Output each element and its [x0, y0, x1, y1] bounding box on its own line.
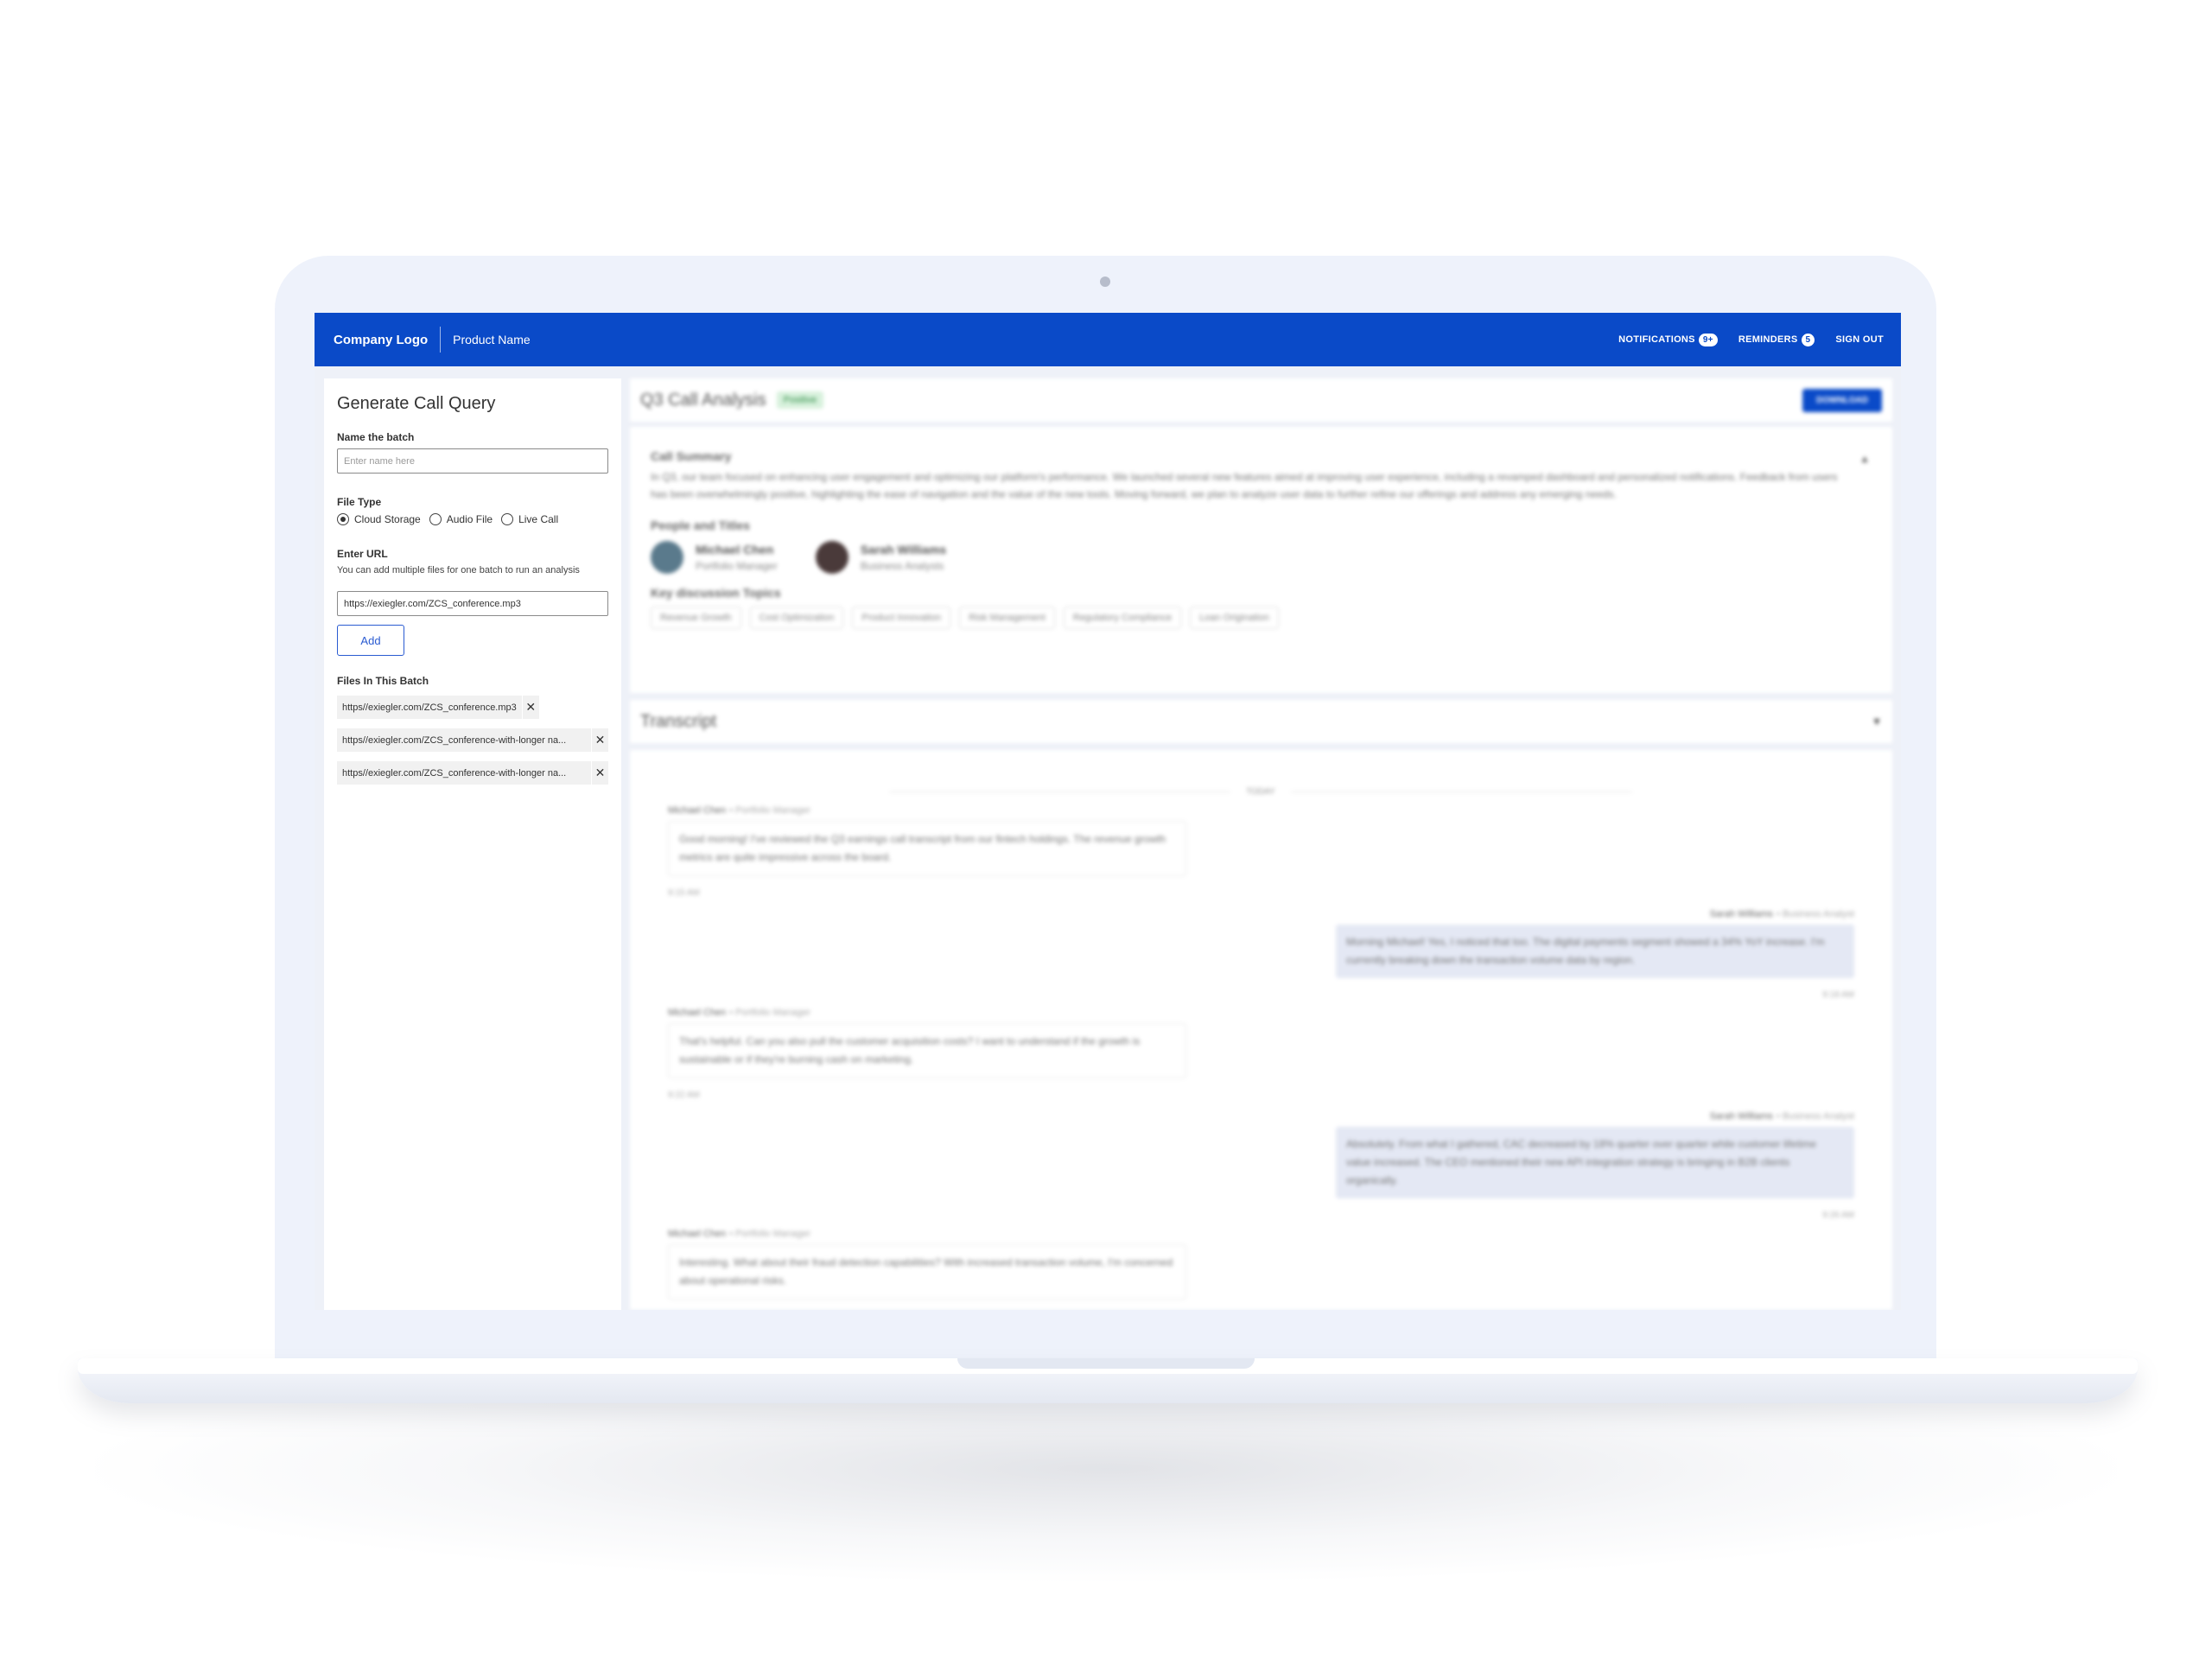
file-chip: https//exiegler.com/ZCS_conference.mp3 ✕ — [337, 696, 539, 719]
topic-chip[interactable]: Loan Origination — [1190, 607, 1279, 629]
file-chip-row: https//exiegler.com/ZCS_conference.mp3 ✕ — [337, 696, 608, 728]
day-label: TODAY — [1246, 786, 1275, 797]
message-bubble: Morning Michael! Yes, I noticed that too… — [1336, 925, 1854, 978]
laptop-notch — [957, 1358, 1255, 1369]
day-divider: TODAY — [889, 786, 1632, 797]
files-list: https//exiegler.com/ZCS_conference.mp3 ✕… — [337, 696, 608, 794]
radio-checked-icon — [337, 513, 349, 525]
download-button[interactable]: DOWNLOAD — [1802, 388, 1882, 412]
people-list: Michael Chen Portfolio Manager Sarah Wil… — [651, 541, 1872, 574]
file-type-label: File Type — [337, 496, 382, 508]
message-item: Sarah Williams • Business Analyst Morning… — [1336, 909, 1854, 1000]
message-header: Sarah Williams • Business Analyst — [1709, 909, 1854, 919]
files-batch-label: Files In This Batch — [337, 675, 429, 687]
notifications-link[interactable]: NOTIFICATIONS 9+ — [1618, 333, 1718, 346]
people-heading: People and Titles — [651, 518, 750, 532]
notifications-badge: 9+ — [1698, 333, 1718, 346]
person-role: Portfolio Manager — [696, 560, 778, 572]
transcript-bar: Transcript ▼ — [630, 700, 1892, 743]
topic-chip[interactable]: Regulatory Compliance — [1063, 607, 1182, 629]
radio-label: Audio File — [446, 513, 493, 525]
panel-title: Generate Call Query — [337, 394, 496, 413]
radio-cloud-storage[interactable]: Cloud Storage — [337, 513, 421, 525]
message-time: 9:15 AM — [668, 888, 700, 898]
topic-chip[interactable]: Revenue Growth — [651, 607, 741, 629]
topics-heading: Key discussion Topics — [651, 586, 781, 600]
summary-heading: Call Summary — [651, 449, 732, 463]
message-bubble: That's helpful. Can you also pull the cu… — [668, 1023, 1186, 1078]
person-name: Michael Chen — [696, 543, 774, 556]
add-button[interactable]: Add — [337, 625, 404, 656]
radio-unchecked-icon — [501, 513, 514, 525]
radio-unchecked-icon — [429, 513, 442, 525]
camera-dot — [1100, 276, 1110, 287]
batch-name-label: Name the batch — [337, 431, 415, 443]
close-icon[interactable]: ✕ — [521, 696, 539, 719]
transcript-body: TODAY Michael Chen • Portfolio Manager Go… — [630, 750, 1892, 1310]
message-header: Michael Chen • Portfolio Manager — [668, 805, 810, 816]
topic-chip[interactable]: Cost Optimization — [749, 607, 844, 629]
message-item: Michael Chen • Portfolio Manager Interest… — [668, 1229, 1186, 1300]
message-time: 9:18 AM — [1822, 990, 1854, 1000]
chevron-down-icon[interactable]: ▼ — [1872, 715, 1882, 728]
file-chip-row: https//exiegler.com/ZCS_conference-with-… — [337, 728, 608, 761]
analysis-title: Q3 Call Analysis — [640, 390, 766, 410]
message-item: Sarah Williams • Business Analyst Absolut… — [1336, 1111, 1854, 1220]
transcript-title: Transcript — [640, 711, 717, 731]
product-name: Product Name — [453, 333, 531, 346]
message-item: Michael Chen • Portfolio Manager Good mor… — [668, 805, 1186, 898]
app-header: Company Logo Product Name NOTIFICATIONS … — [315, 313, 1901, 366]
company-logo[interactable]: Company Logo — [334, 333, 428, 347]
file-chip-text: https//exiegler.com/ZCS_conference-with-… — [342, 734, 567, 746]
close-icon[interactable]: ✕ — [591, 728, 608, 752]
reminders-label: REMINDERS — [1738, 334, 1798, 345]
call-summary-card: ▲ Call Summary In Q3, our team focused o… — [630, 427, 1892, 693]
radio-live-call[interactable]: Live Call — [501, 513, 558, 525]
person-name: Sarah Williams — [860, 543, 947, 556]
person-item: Sarah Williams Business Analysts — [815, 541, 947, 574]
url-input[interactable] — [337, 591, 608, 616]
message-time: 9:26 AM — [1822, 1211, 1854, 1220]
topic-chip[interactable]: Product Innovation — [852, 607, 951, 629]
message-item: Michael Chen • Portfolio Manager That's h… — [668, 1007, 1186, 1100]
radio-audio-file[interactable]: Audio File — [429, 513, 493, 525]
message-header: Sarah Williams • Business Analyst — [1709, 1111, 1854, 1122]
file-chip-row: https//exiegler.com/ZCS_conference-with-… — [337, 761, 608, 794]
summary-text: In Q3, our team focused on enhancing use… — [651, 471, 1838, 500]
message-bubble: Interesting. What about their fraud dete… — [668, 1244, 1186, 1300]
person-role: Business Analysts — [860, 560, 944, 572]
radio-label: Live Call — [518, 513, 559, 525]
chevron-up-icon[interactable]: ▲ — [1859, 453, 1870, 465]
notifications-label: NOTIFICATIONS — [1618, 334, 1695, 345]
avatar — [815, 541, 849, 574]
file-type-radio-group: Cloud Storage Audio File Live Call — [337, 513, 608, 525]
topic-chip[interactable]: Risk Management — [959, 607, 1055, 629]
generate-query-panel: Generate Call Query Name the batch File … — [324, 378, 621, 1310]
message-time: 9:22 AM — [668, 1090, 700, 1100]
message-bubble: Good morning! I've reviewed the Q3 earni… — [668, 821, 1186, 876]
avatar — [651, 541, 683, 574]
message-header: Michael Chen • Portfolio Manager — [668, 1229, 810, 1239]
topics-list: Revenue Growth Cost Optimization Product… — [651, 607, 1872, 629]
url-hint: You can add multiple files for one batch… — [337, 565, 580, 575]
message-header: Michael Chen • Portfolio Manager — [668, 1007, 810, 1018]
header-divider — [440, 327, 442, 353]
file-chip-text: https//exiegler.com/ZCS_conference.mp3 — [342, 702, 517, 713]
close-icon[interactable]: ✕ — [591, 761, 608, 785]
message-bubble: Absolutely. From what I gathered, CAC de… — [1336, 1127, 1854, 1198]
reminders-badge: 5 — [1801, 333, 1815, 346]
sign-out-link[interactable]: SIGN OUT — [1835, 334, 1884, 345]
batch-name-input[interactable] — [337, 448, 608, 474]
file-chip: https//exiegler.com/ZCS_conference-with-… — [337, 761, 608, 785]
file-chip: https//exiegler.com/ZCS_conference-with-… — [337, 728, 608, 752]
reminders-link[interactable]: REMINDERS 5 — [1738, 333, 1815, 346]
analysis-bar: Q3 Call Analysis Positive DOWNLOAD — [630, 378, 1892, 422]
radio-label: Cloud Storage — [354, 513, 421, 525]
url-label: Enter URL — [337, 548, 388, 560]
app-screen: Company Logo Product Name NOTIFICATIONS … — [315, 313, 1901, 1310]
person-item: Michael Chen Portfolio Manager — [651, 541, 778, 574]
header-nav: NOTIFICATIONS 9+ REMINDERS 5 SIGN OUT — [1598, 333, 1884, 346]
sentiment-badge: Positive — [776, 391, 824, 409]
file-chip-text: https//exiegler.com/ZCS_conference-with-… — [342, 767, 567, 779]
